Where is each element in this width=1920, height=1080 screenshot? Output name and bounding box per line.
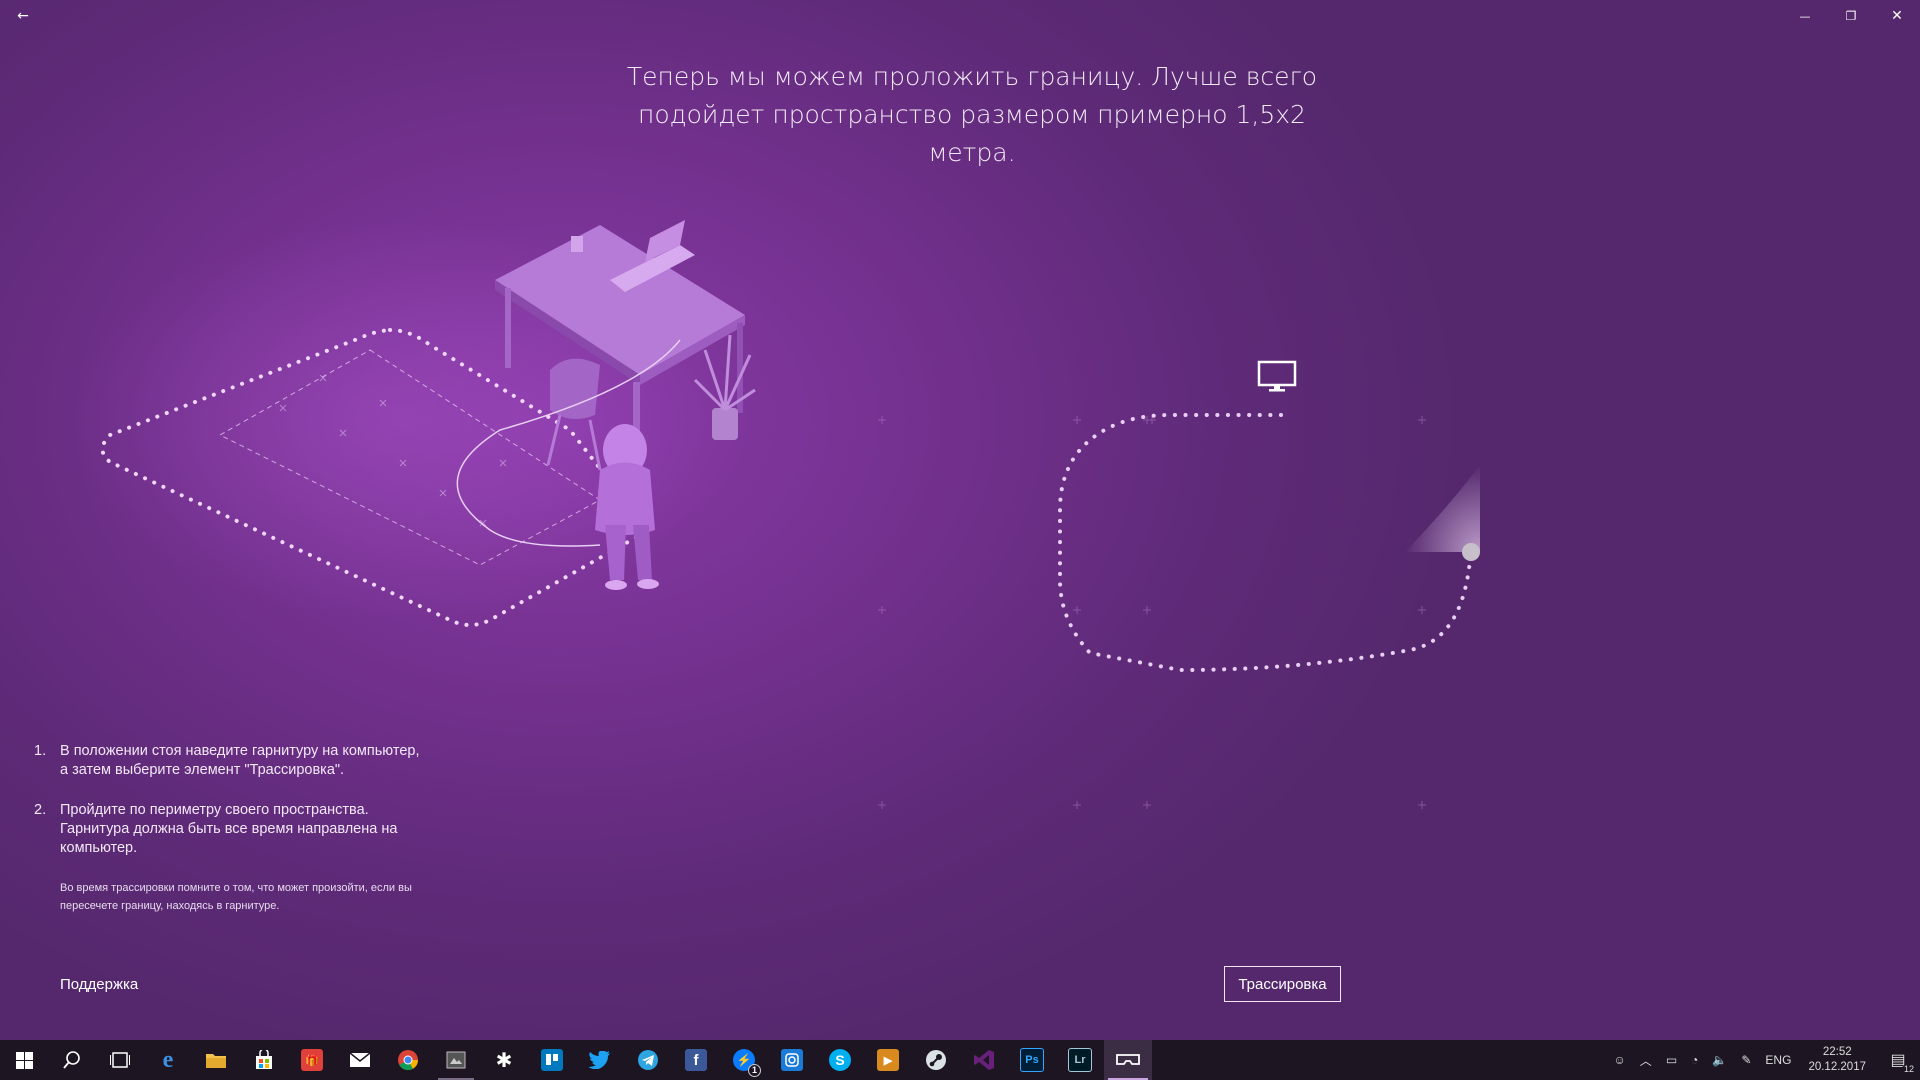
battery-button[interactable]: ▭ (1659, 1040, 1684, 1080)
pen-workspace-button[interactable]: ✎ (1734, 1040, 1758, 1080)
current-position-marker (1462, 543, 1480, 561)
twitter-icon (589, 1051, 610, 1069)
taskbar-app-window[interactable] (432, 1040, 480, 1080)
telegram-icon (638, 1050, 658, 1070)
people-button[interactable]: ☺ (1607, 1040, 1633, 1080)
instruction-step-1: 1. В положении стоя наведите гарнитуру н… (34, 743, 420, 778)
taskbar-app-explorer[interactable] (192, 1040, 240, 1080)
volume-button[interactable]: 🔈 (1705, 1040, 1734, 1080)
start-button[interactable] (0, 1040, 48, 1080)
minimize-icon: — (1799, 9, 1811, 23)
taskbar-app-gift[interactable]: 🎁 (288, 1040, 336, 1080)
visual-studio-icon (974, 1050, 994, 1070)
pen-icon: ✎ (1741, 1053, 1752, 1067)
windows-logo-icon (15, 1051, 33, 1069)
window-app-icon (446, 1051, 466, 1069)
steam-icon (926, 1050, 946, 1070)
search-button[interactable] (48, 1040, 96, 1080)
page-headline: Теперь мы можем проложить границу. Лучше… (626, 62, 1318, 167)
edge-icon: e (162, 1046, 174, 1073)
taskbar-app-visual-studio[interactable] (960, 1040, 1008, 1080)
taskbar-app-slack[interactable]: ✱ (480, 1040, 528, 1080)
skype-icon: S (829, 1049, 851, 1071)
taskbar-app-steam[interactable] (912, 1040, 960, 1080)
chevron-up-icon: ︿ (1639, 1053, 1652, 1068)
battery-icon: ▭ (1665, 1053, 1678, 1067)
folder-icon (206, 1054, 226, 1068)
restore-icon: ❐ (1845, 9, 1857, 23)
taskbar-app-edge[interactable]: e (144, 1040, 192, 1080)
taskbar-app-twitter[interactable] (576, 1040, 624, 1080)
taskbar-app-mail[interactable] (336, 1040, 384, 1080)
people-icon: ☺ (1613, 1053, 1626, 1067)
language-indicator[interactable]: ENG (1758, 1040, 1798, 1080)
network-button[interactable]: ◔ (1684, 1040, 1705, 1080)
task-view-button[interactable] (96, 1040, 144, 1080)
taskbar: e 🎁 ✱ f ⚡ 1 S ▶ Ps Lr ☺ ︿ ▭ ◔ 🔈 ✎ ENG 22… (0, 1040, 1920, 1080)
notification-count: 12 (1901, 1064, 1916, 1074)
taskbar-app-trello[interactable] (528, 1040, 576, 1080)
instructions-panel: 1. В положении стоя наведите гарнитуру н… (34, 742, 424, 915)
task-view-icon (110, 1052, 130, 1068)
computer-monitor-icon (1257, 360, 1297, 392)
minimize-button[interactable]: — (1782, 0, 1828, 32)
boundary-diagram (878, 360, 1480, 809)
action-center-button[interactable]: ▤ 12 (1876, 1040, 1920, 1080)
messenger-icon: ⚡ 1 (733, 1049, 761, 1077)
taskbar-app-media-player[interactable]: ▶ (864, 1040, 912, 1080)
room-illustration (80, 220, 756, 627)
messenger-badge: 1 (747, 1064, 761, 1077)
mixed-reality-portal-window: ← — ❐ ✕ Теперь мы можем проложить границ… (0, 0, 1920, 1040)
facebook-icon: f (685, 1049, 707, 1071)
taskbar-app-lightroom[interactable]: Lr (1056, 1040, 1104, 1080)
lightroom-icon: Lr (1068, 1048, 1092, 1072)
show-hidden-icons-button[interactable]: ︿ (1633, 1040, 1659, 1080)
taskbar-app-instagram[interactable] (768, 1040, 816, 1080)
instagram-icon (781, 1049, 803, 1071)
vr-headset-icon (1116, 1054, 1140, 1065)
instruction-step-2: 2. Пройдите по периметру своего простран… (34, 802, 398, 856)
taskbar-app-store[interactable] (240, 1040, 288, 1080)
back-arrow-icon: ← (17, 8, 29, 24)
support-link[interactable]: Поддержка (60, 976, 138, 993)
speaker-icon: 🔈 (1712, 1053, 1728, 1067)
safety-note: Во время трассировки помните о том, что … (60, 882, 412, 912)
taskbar-app-messenger[interactable]: ⚡ 1 (720, 1040, 768, 1080)
traced-boundary-path (1058, 413, 1473, 673)
gift-icon: 🎁 (301, 1049, 323, 1071)
trello-icon (541, 1049, 563, 1071)
grid-markers (878, 416, 1426, 809)
search-icon (63, 1051, 80, 1069)
taskbar-app-telegram[interactable] (624, 1040, 672, 1080)
clock-date: 20.12.2017 (1808, 1061, 1866, 1073)
wifi-icon: ◔ (1691, 1053, 1699, 1067)
taskbar-app-chrome[interactable] (384, 1040, 432, 1080)
restore-button[interactable]: ❐ (1828, 0, 1874, 32)
close-button[interactable]: ✕ (1874, 0, 1920, 32)
back-button[interactable]: ← (0, 0, 46, 32)
clock-time: 22:52 (1822, 1046, 1852, 1058)
play-icon: ▶ (877, 1049, 899, 1071)
system-tray: ☺ ︿ ▭ ◔ 🔈 ✎ ENG 22:52 20.12.2017 ▤ 12 (1607, 1040, 1920, 1080)
trace-button[interactable]: Трассировка (1224, 966, 1341, 1002)
photoshop-icon: Ps (1020, 1048, 1044, 1072)
taskbar-app-photoshop[interactable]: Ps (1008, 1040, 1056, 1080)
taskbar-app-facebook[interactable]: f (672, 1040, 720, 1080)
taskbar-app-skype[interactable]: S (816, 1040, 864, 1080)
slack-icon: ✱ (495, 1048, 513, 1072)
taskbar-app-mixed-reality-portal[interactable] (1104, 1040, 1152, 1080)
store-icon (256, 1050, 272, 1069)
close-icon: ✕ (1891, 8, 1903, 24)
clock[interactable]: 22:52 20.12.2017 (1798, 1040, 1876, 1080)
chrome-icon (398, 1050, 419, 1071)
mail-icon (349, 1052, 371, 1067)
